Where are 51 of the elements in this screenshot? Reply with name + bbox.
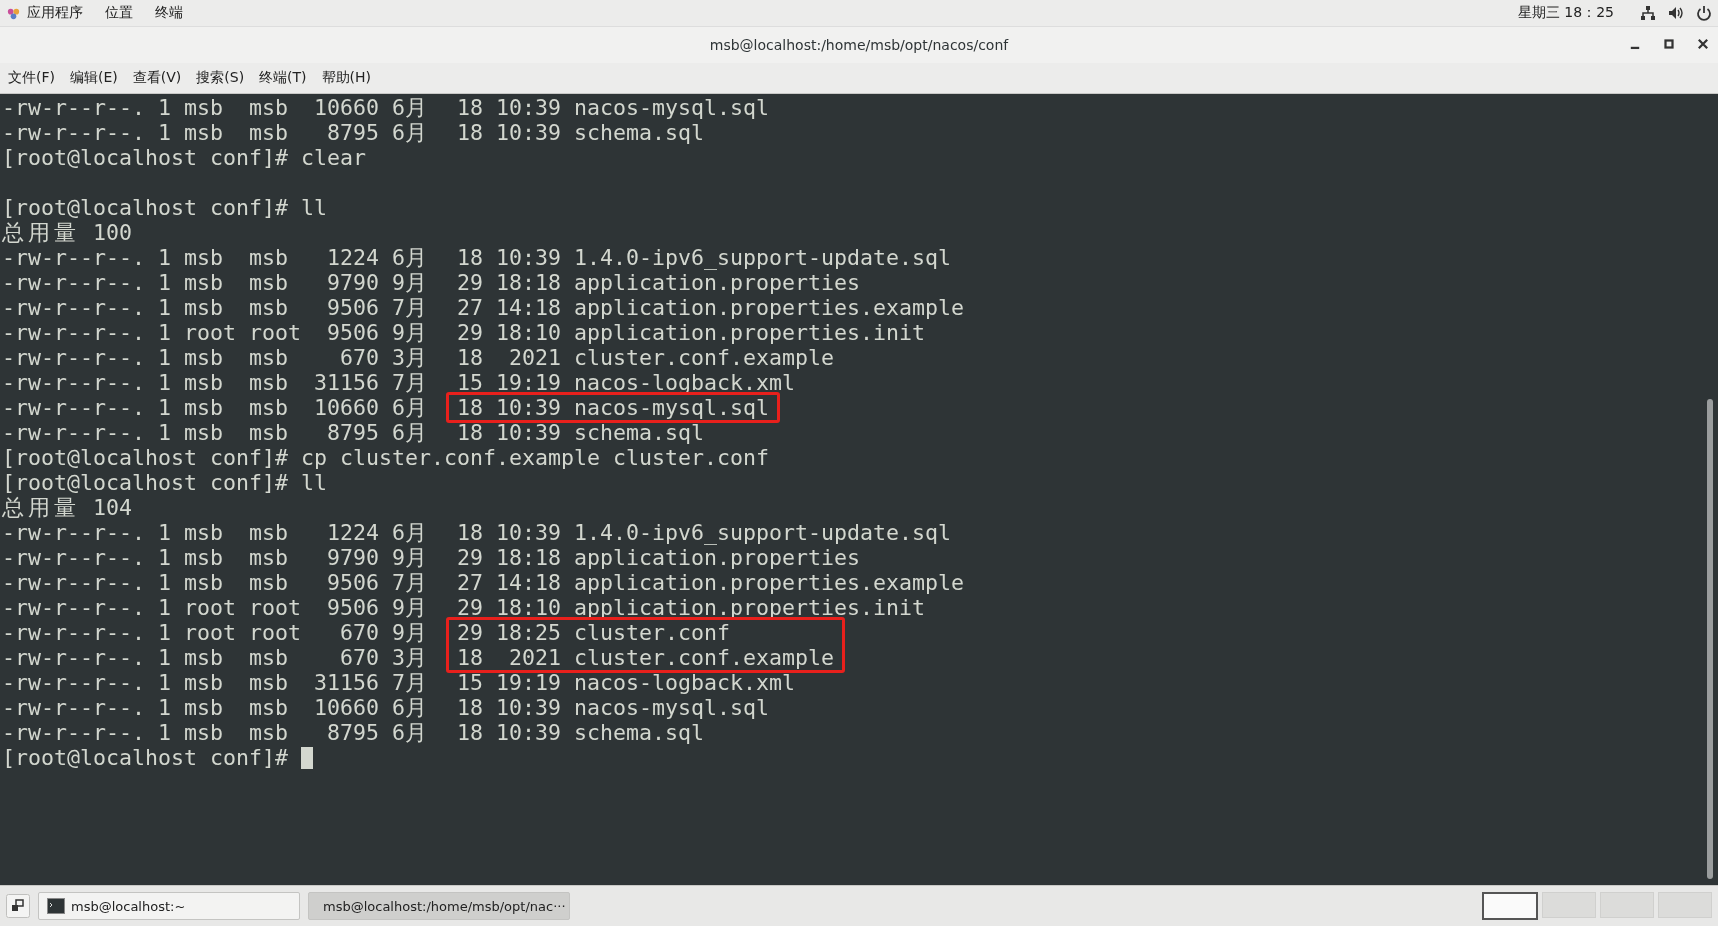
- workspace-button[interactable]: [1482, 892, 1538, 920]
- terminal-icon: [47, 898, 65, 914]
- top-menu[interactable]: 终端: [155, 4, 183, 22]
- taskbar-window-button[interactable]: msb@localhost:~: [38, 892, 300, 920]
- menu-item[interactable]: 搜索(S): [196, 69, 245, 87]
- terminal-line: -rw-r--r--. 1 msb msb 9790 9月 29 18:18 application.properties: [2, 270, 861, 295]
- menu-item[interactable]: 编辑(E): [70, 69, 118, 87]
- top-menu[interactable]: 位置: [105, 4, 133, 22]
- maximize-button[interactable]: [1662, 37, 1676, 51]
- terminal-line: 总用量 104: [2, 495, 132, 520]
- terminal-line: -rw-r--r--. 1 msb msb 670 3月 18 2021 cluster.conf.example: [2, 345, 835, 370]
- clock[interactable]: 星期三 18：25: [1517, 4, 1614, 22]
- terminal-line: 29 18:25 cluster.conf: [457, 620, 731, 645]
- menu-item[interactable]: 终端(T): [259, 69, 307, 87]
- terminal-line: -rw-r--r--. 1 msb msb 31156 7月 15 19:19 nacos-logback.xml: [2, 370, 796, 395]
- terminal-line: -rw-r--r--. 1 msb msb 8795 6月 18 10:39 schema.sql: [2, 120, 705, 145]
- show-desktop-button[interactable]: [6, 894, 30, 918]
- terminal-line: 18 2021 cluster.conf.example: [457, 645, 835, 670]
- taskbar-window-button[interactable]: msb@localhost:/home/msb/opt/nac···: [308, 892, 570, 920]
- volume-icon[interactable]: [1668, 5, 1684, 21]
- close-button[interactable]: [1696, 37, 1710, 51]
- network-icon[interactable]: [1640, 5, 1656, 21]
- power-icon[interactable]: [1696, 5, 1712, 21]
- terminal-line: -rw-r--r--. 1 msb msb 1224 6月 18 10:39 1.4.0-ipv6_support-update.sql: [2, 520, 952, 545]
- terminal-line: -rw-r--r--. 1 msb msb 670 3月: [2, 645, 429, 670]
- terminal-line: -rw-r--r--. 1 root root 670 9月: [2, 620, 429, 645]
- scrollbar-thumb[interactable]: [1707, 399, 1713, 879]
- menu-item[interactable]: 文件(F): [8, 69, 55, 87]
- window-title: msb@localhost:/home/msb/opt/nacos/conf: [709, 37, 1009, 53]
- terminal-line: -rw-r--r--. 1 msb msb 10660 6月: [2, 395, 429, 420]
- terminal-line: -rw-r--r--. 1 msb msb 10660 6月 18 10:39 nacos-mysql.sql: [2, 95, 770, 120]
- terminal-line: -rw-r--r--. 1 msb msb 9506 7月 27 14:18 application.properties.example: [2, 295, 965, 320]
- terminal-line: -rw-r--r--. 1 msb msb 10660 6月 18 10:39 nacos-mysql.sql: [2, 695, 770, 720]
- menu-item[interactable]: 帮助(H): [321, 69, 372, 87]
- menu-item[interactable]: 查看(V): [132, 69, 182, 87]
- terminal-line: -rw-r--r--. 1 msb msb 1224 6月 18 10:39 1.4.0-ipv6_support-update.sql: [2, 245, 952, 270]
- terminal-line: [root@localhost conf]# clear: [2, 145, 366, 170]
- terminal-line: -rw-r--r--. 1 msb msb 8795 6月 18 10:39 schema.sql: [2, 720, 705, 745]
- terminal-line: 18 10:39 nacos-mysql.sql: [457, 395, 770, 420]
- terminal-line: [root@localhost conf]# cp cluster.conf.example cluster.conf: [2, 445, 770, 470]
- terminal-line: 总用量 100: [2, 220, 132, 245]
- terminal-line: -rw-r--r--. 1 msb msb 8795 6月 18 10:39 schema.sql: [2, 420, 705, 445]
- terminal-line: [root@localhost conf]# ll: [2, 470, 327, 495]
- terminal-line: -rw-r--r--. 1 msb msb 9790 9月 29 18:18 application.properties: [2, 545, 861, 570]
- terminal-line: -rw-r--r--. 1 root root 9506 9月 29 18:10 application.properties.init: [2, 595, 926, 620]
- top-menu[interactable]: 应用程序: [27, 4, 83, 22]
- terminal-line: -rw-r--r--. 1 msb msb 31156 7月 15 19:19 nacos-logback.xml: [2, 670, 796, 695]
- terminal-line: [root@localhost conf]# ll: [2, 195, 327, 220]
- terminal-line: -rw-r--r--. 1 root root 9506 9月 29 18:10 application.properties.init: [2, 320, 926, 345]
- terminal-line: [root@localhost conf]#: [2, 745, 289, 770]
- terminal-line: -rw-r--r--. 1 msb msb 9506 7月 27 14:18 application.properties.example: [2, 570, 965, 595]
